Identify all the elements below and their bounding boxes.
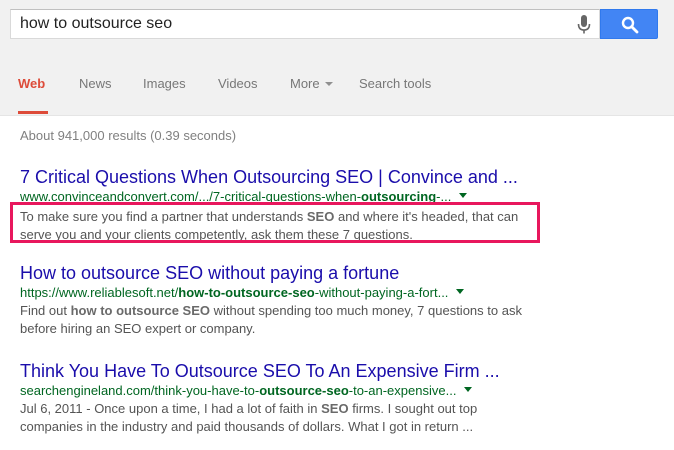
url-dropdown-arrow-icon[interactable]	[456, 289, 465, 295]
search-input[interactable]	[11, 10, 580, 38]
tab-search-tools[interactable]: Search tools	[359, 76, 431, 91]
url-dropdown-arrow-icon[interactable]	[459, 193, 468, 199]
active-tab-indicator	[18, 111, 48, 114]
chevron-down-icon	[324, 81, 333, 86]
result-url: https://www.reliablesoft.net/how-to-outs…	[20, 284, 540, 302]
tab-videos[interactable]: Videos	[218, 76, 258, 91]
search-button[interactable]	[600, 9, 658, 39]
tab-news[interactable]: News	[79, 76, 112, 91]
tab-web[interactable]: Web	[18, 76, 45, 91]
tab-images[interactable]: Images	[143, 76, 186, 91]
search-tabs: Web News Images Videos More Search tools	[0, 62, 674, 115]
search-box[interactable]	[10, 9, 600, 39]
url-dropdown-arrow-icon[interactable]	[464, 387, 473, 393]
result-stats: About 941,000 results (0.39 seconds)	[20, 128, 237, 143]
search-result: How to outsource SEO without paying a fo…	[20, 262, 540, 338]
search-icon	[621, 16, 639, 34]
result-title-link[interactable]: 7 Critical Questions When Outsourcing SE…	[20, 166, 540, 188]
microphone-icon[interactable]	[577, 15, 591, 35]
search-result: Think You Have To Outsource SEO To An Ex…	[20, 360, 540, 436]
result-url: searchengineland.com/think-you-have-to-o…	[20, 382, 540, 400]
result-title-link[interactable]: Think You Have To Outsource SEO To An Ex…	[20, 360, 540, 382]
result-snippet: Jul 6, 2011 - Once upon a time, I had a …	[20, 401, 478, 434]
tab-more[interactable]: More	[290, 76, 333, 91]
result-snippet: Find out how to outsource SEO without sp…	[20, 303, 522, 336]
search-header: Web News Images Videos More Search tools	[0, 0, 674, 116]
highlight-box	[10, 202, 540, 243]
result-title-link[interactable]: How to outsource SEO without paying a fo…	[20, 262, 540, 284]
tab-more-label: More	[290, 76, 320, 91]
